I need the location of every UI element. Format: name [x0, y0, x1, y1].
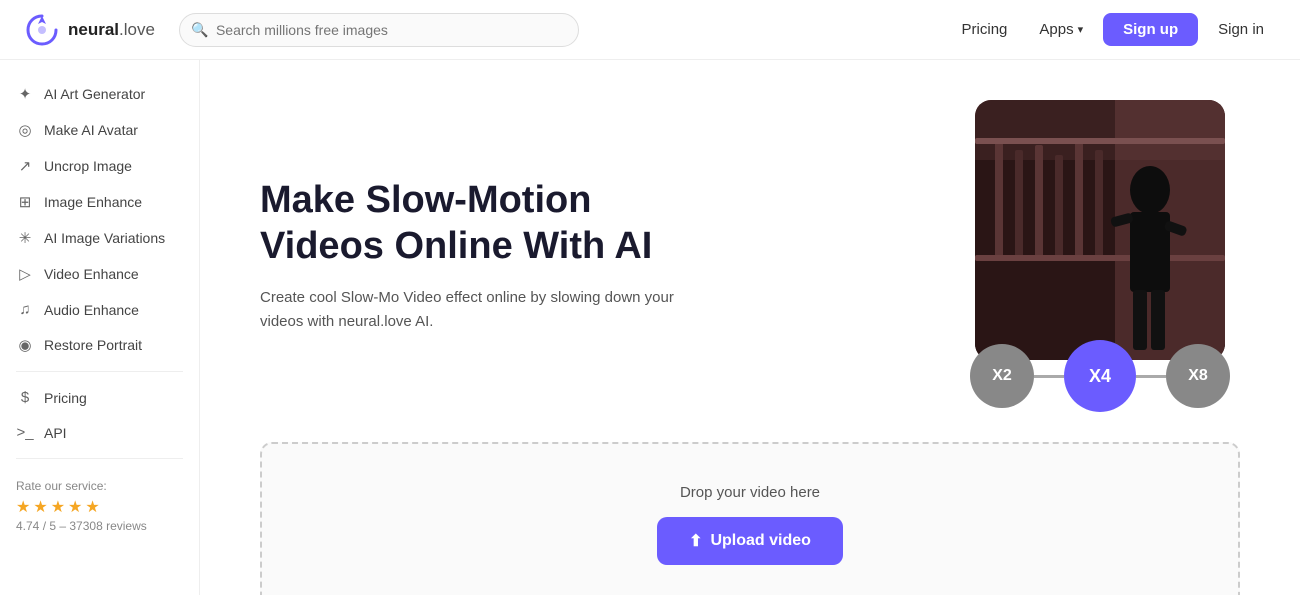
sidebar-item-uncrop-image[interactable]: ↗ Uncrop Image: [0, 148, 199, 184]
ai-art-generator-icon: ✦: [16, 85, 34, 103]
pricing-icon: $: [16, 389, 34, 406]
upload-hint: Drop your video here: [680, 484, 820, 501]
header: neural.love 🔍 Pricing Apps ▾ Sign up Sig…: [0, 0, 1300, 60]
uncrop-image-icon: ↗: [16, 157, 34, 175]
sidebar-item-make-ai-avatar[interactable]: ◎ Make AI Avatar: [0, 112, 199, 148]
rating-text: 4.74 / 5 – 37308 reviews: [16, 519, 183, 533]
pricing-label: Pricing: [44, 390, 87, 406]
star-icon: ★: [68, 497, 82, 517]
restore-portrait-icon: ◉: [16, 336, 34, 354]
hero-section: Make Slow-MotionVideos Online With AI Cr…: [200, 60, 1300, 442]
sidebar: ✦ AI Art Generator ◎ Make AI Avatar ↗ Un…: [0, 60, 200, 595]
hero-visual: X2 X4 X8: [960, 100, 1240, 412]
api-icon: >_: [16, 424, 34, 441]
sidebar-item-api[interactable]: >_ API: [0, 415, 199, 450]
hero-image: [975, 100, 1225, 360]
sidebar-divider: [16, 371, 183, 372]
upload-button[interactable]: ⬆ Upload video: [657, 517, 843, 565]
logo[interactable]: neural.love: [24, 12, 155, 48]
audio-enhance-label: Audio Enhance: [44, 302, 139, 318]
upload-section: Drop your video here ⬆ Upload video: [200, 442, 1300, 595]
ai-image-variations-icon: ✳: [16, 229, 34, 247]
upload-button-label: Upload video: [710, 532, 810, 550]
star-icon: ★: [33, 497, 47, 517]
star-icon: ★: [51, 497, 65, 517]
sidebar-item-pricing[interactable]: $ Pricing: [0, 380, 199, 415]
rate-label: Rate our service:: [16, 479, 183, 493]
restore-portrait-label: Restore Portrait: [44, 337, 142, 353]
image-enhance-icon: ⊞: [16, 193, 34, 211]
signup-button[interactable]: Sign up: [1103, 13, 1198, 46]
uncrop-image-label: Uncrop Image: [44, 158, 132, 174]
sidebar-item-video-enhance[interactable]: ▷ Video Enhance: [0, 256, 199, 292]
image-enhance-label: Image Enhance: [44, 194, 142, 210]
audio-enhance-icon: ♫: [16, 301, 34, 318]
sidebar-item-audio-enhance[interactable]: ♫ Audio Enhance: [0, 292, 199, 327]
video-enhance-label: Video Enhance: [44, 266, 139, 282]
hero-text: Make Slow-MotionVideos Online With AI Cr…: [260, 178, 920, 333]
signin-button[interactable]: Sign in: [1206, 13, 1276, 46]
upload-icon: ⬆: [689, 531, 702, 551]
logo-text: neural.love: [68, 20, 155, 40]
nav-pricing[interactable]: Pricing: [950, 15, 1020, 44]
sidebar-item-restore-portrait[interactable]: ◉ Restore Portrait: [0, 327, 199, 363]
nav-apps[interactable]: Apps ▾: [1027, 15, 1095, 44]
star-icon: ★: [85, 497, 99, 517]
ai-image-variations-label: AI Image Variations: [44, 230, 165, 246]
main-layout: ✦ AI Art Generator ◎ Make AI Avatar ↗ Un…: [0, 60, 1300, 595]
make-ai-avatar-label: Make AI Avatar: [44, 122, 138, 138]
hero-description: Create cool Slow-Mo Video effect online …: [260, 286, 680, 334]
sidebar-item-image-enhance[interactable]: ⊞ Image Enhance: [0, 184, 199, 220]
speed-x2-button[interactable]: X2: [970, 344, 1034, 408]
star-icon: ★: [16, 497, 30, 517]
speed-connector-2: [1136, 375, 1166, 378]
sidebar-item-ai-image-variations[interactable]: ✳ AI Image Variations: [0, 220, 199, 256]
speed-x4-button[interactable]: X4: [1064, 340, 1136, 412]
chevron-down-icon: ▾: [1078, 23, 1084, 36]
api-label: API: [44, 425, 67, 441]
ai-art-generator-label: AI Art Generator: [44, 86, 145, 102]
speed-selector: X2 X4 X8: [960, 340, 1240, 412]
speed-connector-1: [1034, 375, 1064, 378]
search-icon: 🔍: [191, 21, 208, 38]
header-nav: Pricing Apps ▾ Sign up Sign in: [950, 13, 1276, 46]
stars-container: ★★★★★: [16, 497, 183, 517]
upload-dropzone[interactable]: Drop your video here ⬆ Upload video: [260, 442, 1240, 595]
sidebar-divider-2: [16, 458, 183, 459]
search-input[interactable]: [179, 13, 579, 47]
search-bar: 🔍: [179, 13, 579, 47]
logo-icon: [24, 12, 60, 48]
sidebar-item-ai-art-generator[interactable]: ✦ AI Art Generator: [0, 76, 199, 112]
sidebar-footer: Rate our service: ★★★★★ 4.74 / 5 – 37308…: [0, 467, 199, 545]
main-content: Make Slow-MotionVideos Online With AI Cr…: [200, 60, 1300, 595]
video-enhance-icon: ▷: [16, 265, 34, 283]
speed-x8-button[interactable]: X8: [1166, 344, 1230, 408]
make-ai-avatar-icon: ◎: [16, 121, 34, 139]
hero-title: Make Slow-MotionVideos Online With AI: [260, 178, 920, 269]
